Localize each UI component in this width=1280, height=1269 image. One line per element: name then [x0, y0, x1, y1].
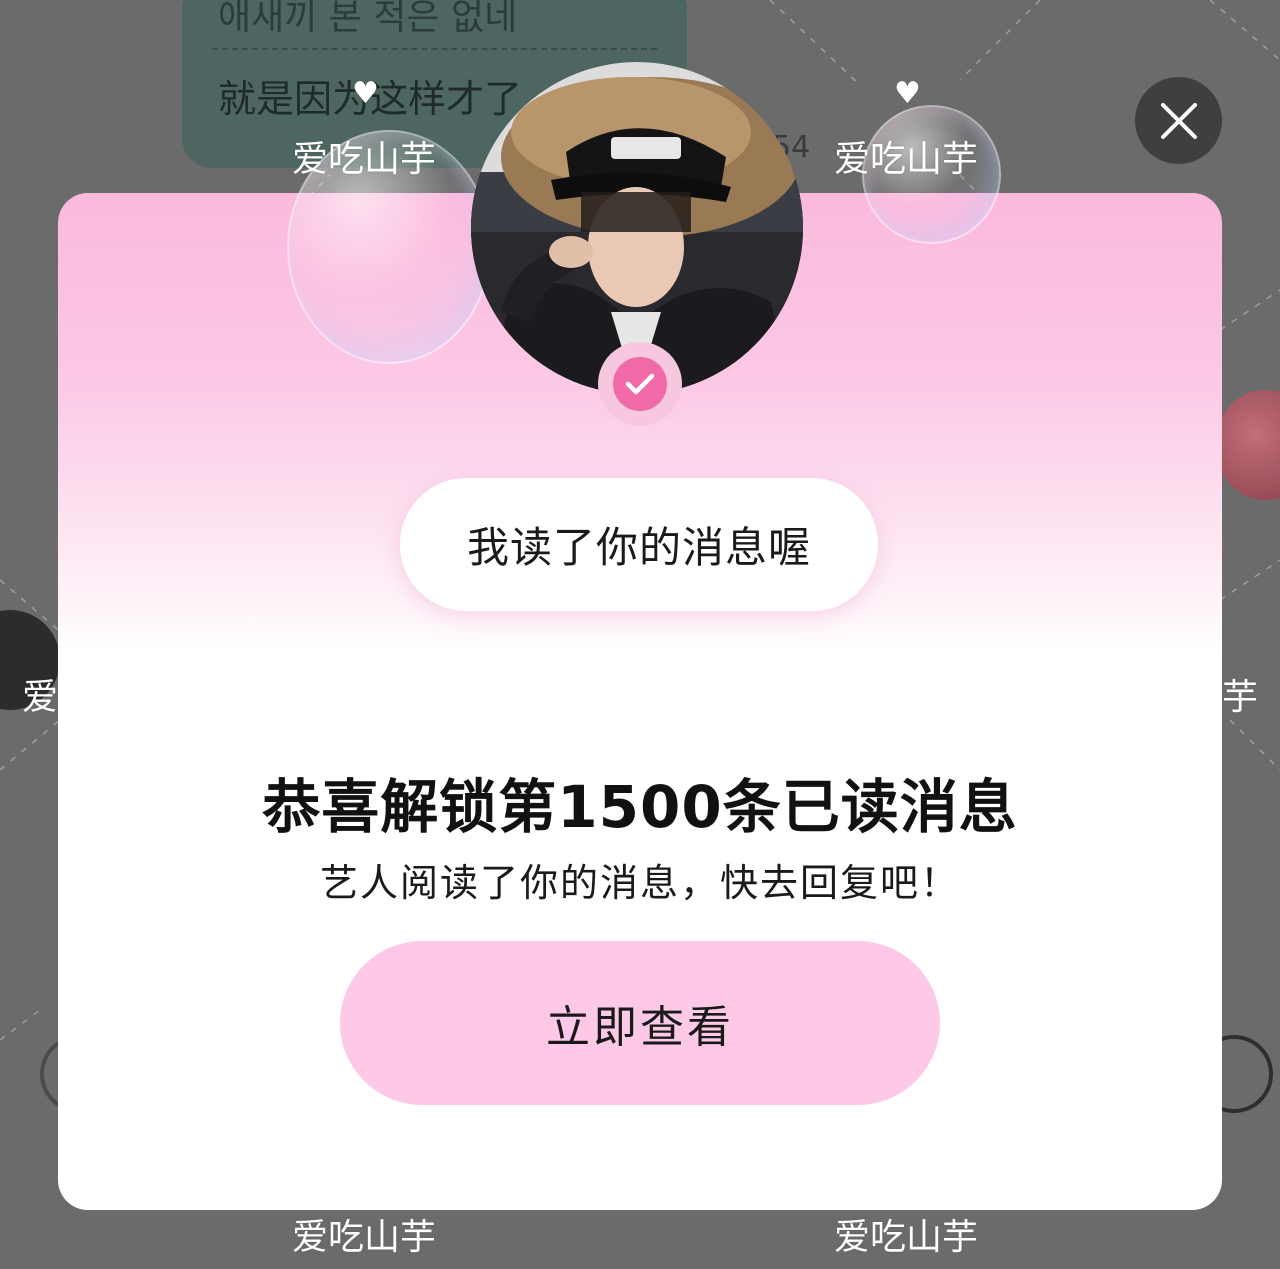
heart-icon: ♥ — [352, 76, 379, 111]
modal-subtitle: 艺人阅读了你的消息，快去回复吧！ — [319, 861, 960, 905]
watermark: ♥ 爱吃山芋 — [834, 76, 979, 182]
watermark-text: 爱吃山芋 — [292, 1217, 437, 1258]
speech-bubble: 我读了你的消息喔 — [400, 478, 878, 611]
view-now-button[interactable]: 立即查看 — [340, 941, 940, 1105]
watermark: 爱吃山芋 — [292, 1208, 436, 1260]
check-icon — [625, 373, 655, 395]
watermark-text: 爱吃山芋 — [834, 139, 979, 180]
modal-title: 恭喜解锁第1500条已读消息 — [262, 773, 1018, 841]
watermark-text: 爱吃山芋 — [292, 139, 437, 180]
watermark: ♥ 爱吃山芋 — [292, 76, 437, 182]
watermark-edge-right: 芋 — [1222, 677, 1259, 718]
watermark-edge-left: 爱 — [22, 677, 59, 718]
watermark-text: 爱吃山芋 — [834, 1217, 979, 1258]
heart-icon: ♥ — [894, 76, 921, 111]
close-icon — [1160, 102, 1197, 139]
watermark: 爱吃山芋 — [834, 1208, 978, 1260]
close-button[interactable] — [1135, 77, 1222, 164]
read-verified-badge — [598, 342, 682, 426]
